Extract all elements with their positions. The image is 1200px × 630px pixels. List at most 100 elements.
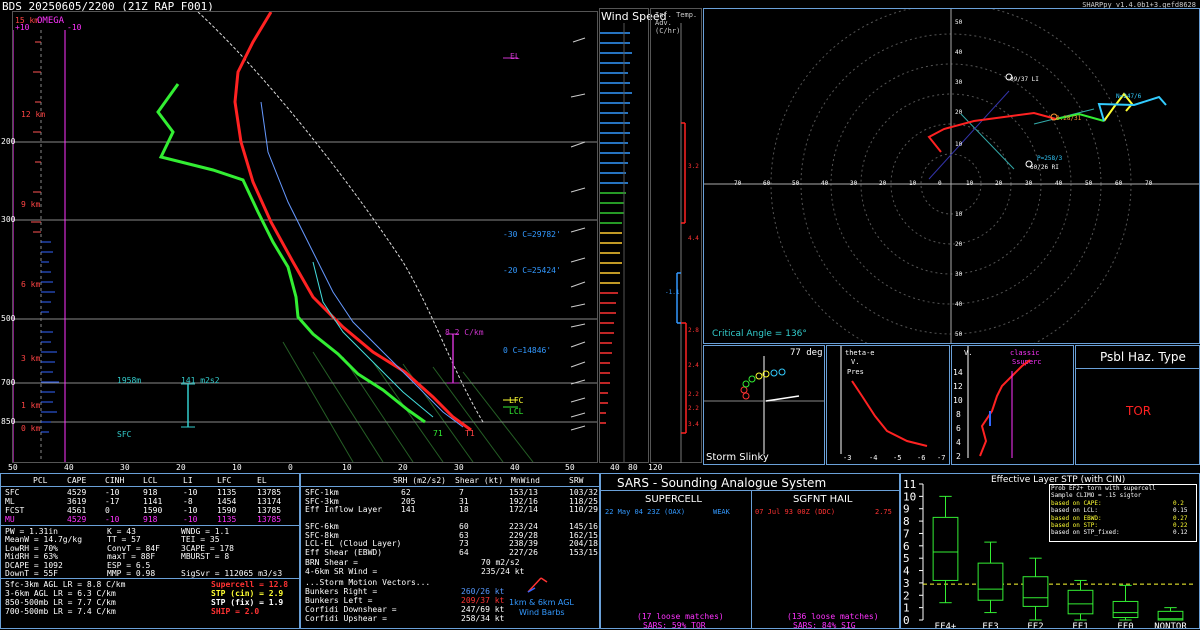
thermo-cell-cape: 4529 — [67, 515, 87, 524]
storm-slinky-title: Storm Slinky — [706, 452, 769, 463]
temp-adv-value: -1.1 — [665, 289, 680, 296]
thermo-cell-lfc: 1590 — [217, 506, 237, 515]
thermo-header: LCL — [143, 476, 158, 485]
kinematics-rows: SFC-1km 62 7 153/13 103/32 SFC-3km 205 31 192/16… — [301, 488, 601, 558]
hazard-type-panel[interactable]: Psbl Haz. Type TOR — [1075, 345, 1200, 465]
hodograph-plot — [704, 9, 1199, 343]
lapse-rate: 3-6km AGL LR = 6.3 C/km — [5, 589, 116, 598]
index-value: SigSvr = 112065 m3/s3 — [181, 569, 283, 578]
thermo-header: CAPE — [67, 476, 87, 485]
hodo-y-tick: 20 — [955, 241, 963, 248]
temp-adv-value: 2.2 — [688, 405, 699, 412]
hodo-x-tick: 0 — [938, 180, 942, 187]
pressure-700: 700 — [1, 378, 16, 387]
height-label-3km: 3 km — [21, 354, 41, 363]
kin-header: MnWind — [511, 476, 540, 485]
pressure-200: 200 — [1, 137, 16, 146]
thermo-cell-cinh: -10 — [105, 488, 120, 497]
thermo-cell-li: -10 — [183, 488, 198, 497]
thermo-cell-li: -8 — [183, 497, 193, 506]
composite-index: Supercell = 12.8 — [211, 580, 289, 589]
theta-tick: -7 — [937, 454, 946, 462]
stp-y-tick-label: 7 — [903, 527, 910, 540]
hodo-annot-p: P=258/3 — [1037, 155, 1063, 162]
stp-legend-label: Prob EF2+ torn with supercell — [1051, 485, 1156, 492]
kinematics-panel[interactable]: SRH (m2/s2) Shear (kt) MnWind SRW SFC-1k… — [300, 473, 601, 629]
hodo-annot-ri: 60/26 RI — [1030, 164, 1059, 171]
hazard-type-value: TOR — [1126, 404, 1152, 418]
stp-y-tick-label: 8 — [903, 515, 910, 528]
stp-y-tick-label: 6 — [903, 540, 910, 553]
index-value: MMP = 0.98 — [107, 569, 156, 578]
critical-angle-label: Critical Angle = 136° — [712, 329, 807, 339]
hodo-annot-n: N=247/6 — [1116, 93, 1142, 100]
thermo-header: LFC — [217, 476, 232, 485]
stp-panel[interactable]: Effective Layer STP (with CIN) 11 10 9 8 7 6 5… — [900, 473, 1200, 629]
hodo-x-tick: 30 — [1025, 180, 1033, 187]
temp-adv-value: 3.2 — [688, 163, 699, 170]
omega-right-scale: -10 — [67, 23, 82, 32]
stp-y-tick-label: 9 — [903, 503, 910, 516]
omega-left-scale: +10 — [15, 23, 30, 32]
storm-slinky-panel[interactable]: 77 deg Storm Slinky — [703, 345, 825, 465]
wind-speed-panel[interactable]: Wind Speed — [599, 8, 667, 463]
kin-cell-name: Eff Inflow Layer — [305, 505, 383, 514]
stp-category-label: EF3 — [982, 622, 998, 628]
thermo-cell-name: ML — [5, 497, 15, 506]
stp-legend-label: based on STP: — [1051, 522, 1098, 529]
thermo-cell-cinh: -10 — [105, 515, 120, 524]
thermo-cell-name: MU — [5, 515, 15, 524]
sars-supercell-title: SUPERCELL — [645, 494, 702, 505]
kin-cell-mnwind: 227/26 — [509, 547, 538, 557]
thermo-cell-cape: 4529 — [67, 488, 87, 497]
thermo-rows: SFC 4529 -10 918 -10 1135 13785 ML 3619 -17 1141 -8… — [1, 488, 301, 528]
storm-motion-value: 209/37 kt — [461, 596, 505, 605]
stp-category-label: NONTOR — [1154, 622, 1187, 628]
hodo-x-tick: 20 — [879, 180, 887, 187]
stp-legend-value: 0.27 — [1173, 514, 1188, 522]
lapse-rate: Sfc-3km AGL LR = 8.8 C/km — [5, 580, 126, 589]
wind-speed-tick: 40 — [610, 463, 620, 472]
barb-label-2: Wind Barbs — [519, 608, 565, 617]
thermo-panel[interactable]: PCL CAPE CINH LCL LI LFC EL SFC 4529 -10 91… — [0, 473, 301, 629]
temp-advection-panel[interactable]: Inf. Temp. Adv. (C/hr) 3.2 4.4 -1.1 2.8 … — [650, 8, 702, 463]
pressure-500: 500 — [1, 314, 16, 323]
lapse-rate-label: 8.2 C/km — [445, 328, 484, 337]
hodo-y-tick: 40 — [955, 301, 963, 308]
stp-legend-label: Sample CLIMO = .15 sigtor — [1051, 492, 1142, 500]
storm-motion-value: 260/26 kt — [461, 587, 505, 596]
hodo-x-tick: 40 — [821, 180, 829, 187]
theta-tick: -4 — [869, 454, 878, 462]
temperature-axis: 50 40 30 20 10 0 10 20 30 40 50 — [0, 463, 600, 473]
hodo-y-tick: 30 — [955, 271, 963, 278]
stp-y-tick-label: 10 — [903, 490, 916, 503]
vrot-plot — [967, 346, 1031, 458]
wind-speed-tick: 120 — [648, 463, 663, 472]
skewt-panel[interactable]: 15 km OMEGA +10 -10 12 km 9 km 6 km 3 km… — [1, 11, 598, 463]
eil-bottom-label: 1958m — [117, 376, 142, 385]
sars-panel[interactable]: SARS - Sounding Analogue System SUPERCEL… — [600, 473, 900, 630]
sars-supercell-match: 22 May 04 23Z (OAX) — [605, 508, 686, 516]
hodo-annot-li: 09/37 LI — [1010, 76, 1039, 83]
sars-hail-match-value: 2.75 — [875, 508, 892, 516]
storm-slinky-plot — [704, 356, 824, 454]
storm-motion-title: ...Storm Motion Vectors... — [305, 578, 431, 587]
stp-legend-value: 0.22 — [1173, 522, 1188, 529]
sr-wind-label: 4-6km SR Wind = — [305, 567, 378, 576]
vrot-panel[interactable]: V. classic Ssuperc 14 12 10 8 6 4 2 — [951, 345, 1074, 465]
storm-motion-name: Bunkers Left = — [305, 596, 373, 605]
thermo-cell-lfc: 1135 — [217, 488, 237, 497]
kin-header-row: SRH (m2/s2) Shear (kt) MnWind SRW — [301, 476, 601, 486]
sars-supercell-match-value: WEAK — [713, 508, 730, 516]
stp-box — [1067, 589, 1094, 615]
eil-srh-label: 141 m2s2 — [181, 376, 220, 385]
theta-profile-panel[interactable]: theta-e V. Pres -3 -4 -5 -6 -7 — [826, 345, 950, 465]
theta-tick: -6 — [917, 454, 926, 462]
stp-category-label: EF1 — [1072, 622, 1088, 628]
storm-motion-name: Corfidi Upshear = — [305, 614, 387, 623]
wind-speed-bars — [600, 23, 632, 463]
hazard-type-title: Psbl Haz. Type — [1100, 350, 1186, 364]
height-label-9km: 9 km — [21, 200, 41, 209]
hodo-y-tick: 20 — [955, 109, 963, 116]
hodograph-panel[interactable]: 09/37 LI 0.28/31 N=247/6 P=258/3 60/26 R… — [703, 8, 1200, 344]
